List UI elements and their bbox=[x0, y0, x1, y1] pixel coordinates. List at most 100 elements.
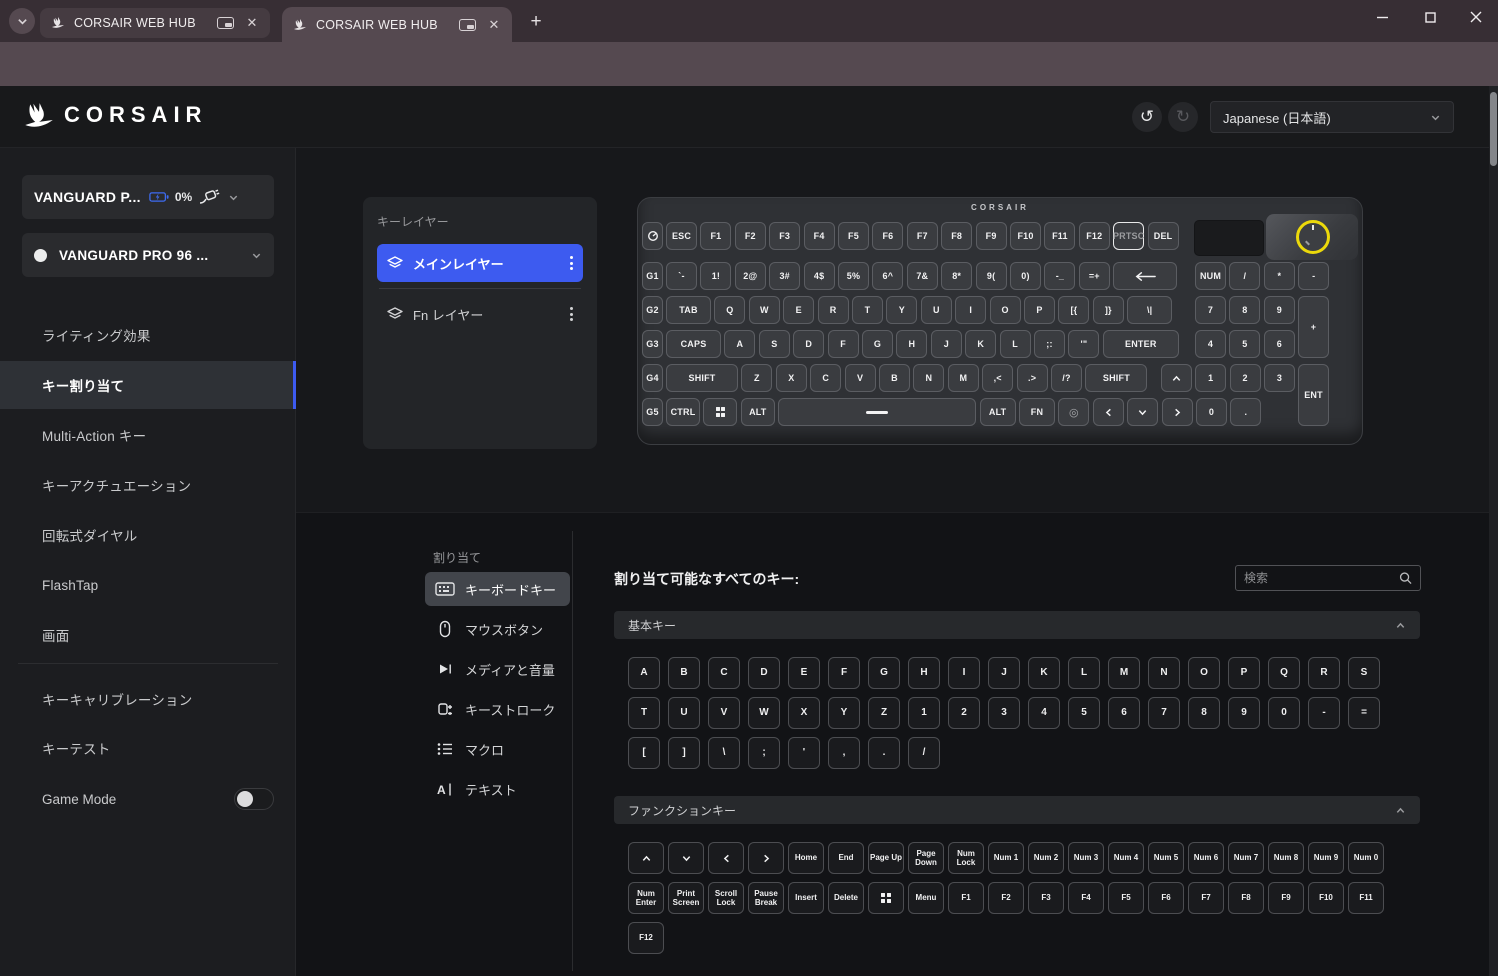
key-r[interactable]: R bbox=[818, 296, 849, 324]
device-selector[interactable]: VANGUARD P... 0% bbox=[22, 175, 274, 219]
search-input[interactable] bbox=[1244, 571, 1399, 585]
game-mode-toggle[interactable] bbox=[234, 788, 274, 810]
key-fn[interactable]: FN bbox=[1019, 398, 1055, 426]
assignable-key-4[interactable]: 4 bbox=[1028, 697, 1060, 729]
key-p[interactable]: P bbox=[1024, 296, 1055, 324]
key-key[interactable]: ;: bbox=[1034, 330, 1065, 358]
key-down[interactable] bbox=[1127, 398, 1158, 426]
key-backspace[interactable] bbox=[1113, 262, 1177, 290]
assignable-key-num-6[interactable]: Num 6 bbox=[1188, 842, 1224, 874]
model-selector[interactable]: VANGUARD PRO 96 ... bbox=[22, 233, 274, 277]
key-m[interactable]: M bbox=[948, 364, 979, 392]
key-s[interactable]: S bbox=[759, 330, 790, 358]
assignable-key-3[interactable]: 3 bbox=[988, 697, 1020, 729]
key-t[interactable]: T bbox=[852, 296, 883, 324]
assignable-key-j[interactable]: J bbox=[988, 657, 1020, 689]
key-key[interactable]: / bbox=[1229, 262, 1260, 290]
assignable-key-print-screen[interactable]: Print Screen bbox=[668, 882, 704, 914]
assign-type-text[interactable]: A テキスト bbox=[425, 772, 531, 806]
assignable-key-key[interactable]: \ bbox=[708, 737, 740, 769]
assignable-key-g[interactable]: G bbox=[868, 657, 900, 689]
key-l[interactable]: L bbox=[1000, 330, 1031, 358]
key-g4[interactable]: G4 bbox=[642, 364, 663, 392]
assignable-key-z[interactable]: Z bbox=[868, 697, 900, 729]
key-ent[interactable]: ENT bbox=[1298, 364, 1329, 426]
key-f2[interactable]: F2 bbox=[735, 222, 766, 250]
assignable-key-6[interactable]: 6 bbox=[1108, 697, 1140, 729]
key-6[interactable]: 6 bbox=[1264, 330, 1295, 358]
assignable-key-5[interactable]: 5 bbox=[1068, 697, 1100, 729]
tab-close-icon[interactable]: ✕ bbox=[244, 15, 260, 31]
assignable-key-x[interactable]: X bbox=[788, 697, 820, 729]
assignable-key-num-4[interactable]: Num 4 bbox=[1108, 842, 1144, 874]
assignable-key-key[interactable]: / bbox=[908, 737, 940, 769]
key-up[interactable] bbox=[1161, 364, 1192, 392]
assignable-key-num-7[interactable]: Num 7 bbox=[1228, 842, 1264, 874]
key-f[interactable]: F bbox=[828, 330, 859, 358]
key-8[interactable]: 8* bbox=[941, 262, 972, 290]
sidebar-item-key[interactable]: キー割り当て bbox=[0, 361, 296, 409]
assignable-key-f1[interactable]: F1 bbox=[948, 882, 984, 914]
assignable-key-e[interactable]: E bbox=[788, 657, 820, 689]
assignable-key-num-8[interactable]: Num 8 bbox=[1268, 842, 1304, 874]
key-u[interactable]: U bbox=[921, 296, 952, 324]
key-key[interactable]: \| bbox=[1127, 296, 1172, 324]
key-key[interactable]: [{ bbox=[1058, 296, 1089, 324]
key-2[interactable]: 2@ bbox=[735, 262, 766, 290]
key-key[interactable]: '" bbox=[1068, 330, 1099, 358]
assignable-key-num-9[interactable]: Num 9 bbox=[1308, 842, 1344, 874]
assignable-key-i[interactable]: I bbox=[948, 657, 980, 689]
assignable-key-page-up[interactable]: Page Up bbox=[868, 842, 904, 874]
assignable-key-f6[interactable]: F6 bbox=[1148, 882, 1184, 914]
assignable-key-f8[interactable]: F8 bbox=[1228, 882, 1264, 914]
section-header-key[interactable]: 基本キー bbox=[614, 611, 1420, 639]
page-scrollbar-track[interactable] bbox=[1489, 86, 1498, 976]
redo-button[interactable]: ↻ bbox=[1168, 102, 1198, 132]
assignable-key-7[interactable]: 7 bbox=[1148, 697, 1180, 729]
assignable-key-f12[interactable]: F12 bbox=[628, 922, 664, 954]
key-right[interactable] bbox=[1162, 398, 1193, 426]
window-minimize-button[interactable] bbox=[1360, 0, 1404, 34]
key-f8[interactable]: F8 bbox=[941, 222, 972, 250]
assignable-key-scroll-lock[interactable]: Scroll Lock bbox=[708, 882, 744, 914]
assignable-key-key[interactable]: , bbox=[828, 737, 860, 769]
key-esc[interactable]: ESC bbox=[666, 222, 697, 250]
key-key[interactable]: `- bbox=[666, 262, 697, 290]
assignable-key-f10[interactable]: F10 bbox=[1308, 882, 1344, 914]
key-tab[interactable]: TAB bbox=[666, 296, 711, 324]
layer-item-key[interactable]: メインレイヤー bbox=[377, 244, 583, 282]
key-4[interactable]: 4$ bbox=[804, 262, 835, 290]
key-h[interactable]: H bbox=[896, 330, 927, 358]
undo-button[interactable]: ↺ bbox=[1132, 102, 1162, 132]
assignable-key-key[interactable]: [ bbox=[628, 737, 660, 769]
assignable-key-pause-break[interactable]: Pause Break bbox=[748, 882, 784, 914]
key-6[interactable]: 6^ bbox=[872, 262, 903, 290]
assignable-key-num-enter[interactable]: Num Enter bbox=[628, 882, 664, 914]
assignable-key-w[interactable]: W bbox=[748, 697, 780, 729]
key-3[interactable]: 3 bbox=[1264, 364, 1295, 392]
assignable-key-y[interactable]: Y bbox=[828, 697, 860, 729]
key-b[interactable]: B bbox=[879, 364, 910, 392]
assignable-key-n[interactable]: N bbox=[1148, 657, 1180, 689]
key-i[interactable]: I bbox=[955, 296, 986, 324]
assignable-key-page-down[interactable]: Page Down bbox=[908, 842, 944, 874]
assignable-key-key[interactable]: = bbox=[1348, 697, 1380, 729]
assignable-key-insert[interactable]: Insert bbox=[788, 882, 824, 914]
key-left[interactable] bbox=[1093, 398, 1124, 426]
new-tab-button[interactable]: + bbox=[524, 10, 548, 34]
language-select[interactable]: Japanese (日本語) bbox=[1210, 101, 1454, 133]
key-f10[interactable]: F10 bbox=[1010, 222, 1041, 250]
key-2[interactable]: 2 bbox=[1230, 364, 1261, 392]
assignable-key-key[interactable]: ' bbox=[788, 737, 820, 769]
assignable-key-f7[interactable]: F7 bbox=[1188, 882, 1224, 914]
key-shift[interactable]: SHIFT bbox=[666, 364, 738, 392]
key-alt[interactable]: ALT bbox=[741, 398, 775, 426]
key-5[interactable]: 5% bbox=[838, 262, 869, 290]
key-key[interactable]: ]} bbox=[1093, 296, 1124, 324]
key-f6[interactable]: F6 bbox=[872, 222, 903, 250]
key-0[interactable]: 0) bbox=[1010, 262, 1041, 290]
key-dial[interactable] bbox=[642, 222, 663, 250]
assignable-key-c[interactable]: C bbox=[708, 657, 740, 689]
key-f3[interactable]: F3 bbox=[769, 222, 800, 250]
assignable-key-f2[interactable]: F2 bbox=[988, 882, 1024, 914]
